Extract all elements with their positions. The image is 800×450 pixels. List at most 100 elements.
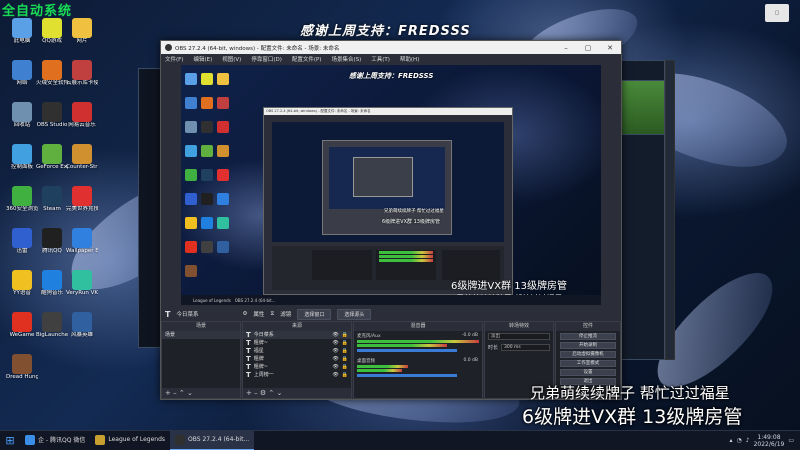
eye-icon[interactable]: 👁 (332, 347, 338, 355)
remove-icon[interactable]: – (254, 389, 258, 397)
control-button[interactable]: 工作室模式 (560, 360, 616, 367)
desktop-icon[interactable]: Wallpaper Engine (66, 228, 98, 255)
control-button[interactable]: 停止推流 (560, 333, 616, 340)
menu-item[interactable]: 帮助(H) (400, 55, 419, 63)
desktop-icon[interactable]: 网片 (66, 18, 98, 45)
background-window[interactable] (665, 60, 675, 360)
clock[interactable]: 1:49:08 2022/6/19 (754, 434, 785, 448)
lock-icon[interactable]: 🔒 (342, 331, 351, 339)
menu-item[interactable]: 场景集合(S) (331, 55, 361, 63)
desktop-icon-label: 迅雷 (16, 248, 28, 254)
volume-slider[interactable] (357, 349, 457, 352)
gear-icon[interactable]: ⚙ (260, 389, 266, 397)
desktop-icon[interactable]: 风暴英雄 (66, 312, 98, 339)
desktop-icon[interactable]: VeryRun VK (66, 270, 98, 297)
eye-icon[interactable]: 👁 (332, 331, 338, 339)
desktop-icon-label: GeForce Experience (36, 164, 68, 170)
lock-icon[interactable]: 🔒 (342, 363, 351, 371)
control-button[interactable]: 设置 (560, 369, 616, 376)
taskbar-app[interactable]: OBS 27.2.4 (64-bit... (170, 430, 255, 450)
add-icon[interactable]: + (246, 389, 252, 397)
source-item[interactable]: T 粗牌~ 👁 🔒 (243, 363, 351, 371)
source-item[interactable]: T 粗牌~ 👁 🔒 (243, 339, 351, 347)
chevron-up-icon[interactable]: ⌃ (179, 389, 185, 397)
obs-preview[interactable]: 感谢上周支持：FREDSSS OBS 27.2.4 (64-bit, windo… (181, 65, 601, 305)
desktop-icon[interactable]: BigLauncher (36, 312, 68, 339)
windows-start-icon[interactable]: ⊞ (0, 431, 20, 450)
desktop-icon[interactable]: 回收站 (6, 102, 38, 129)
source-item[interactable]: T 上周榜一 👁 🔒 (243, 371, 351, 379)
tray-overlay-icon[interactable]: ▢ (765, 4, 789, 22)
desktop-icon[interactable]: YY语音 (6, 270, 38, 297)
desktop-icon[interactable]: 网络 (6, 60, 38, 87)
chevron-down-icon[interactable]: ⌄ (187, 389, 193, 397)
desktop-icon[interactable]: 360安全浏览器 (6, 186, 38, 213)
desktop-icon[interactable]: Counter-Strike (66, 144, 98, 171)
properties-button[interactable]: 属性 (253, 310, 264, 318)
desktop-icon[interactable]: QQ游戏 (36, 18, 68, 45)
lock-icon[interactable]: 🔒 (342, 371, 351, 379)
taskbar-app[interactable]: League of Legends (90, 431, 170, 450)
desktop-icon[interactable]: 完美世界竞技平台 (66, 186, 98, 213)
menu-item[interactable]: 配置文件(P) (292, 55, 322, 63)
desktop-icon[interactable]: OBS Studio (36, 102, 68, 129)
taskbar-app[interactable]: 企 - 腾讯QQ 微信 (20, 431, 90, 450)
minimize-icon[interactable]: – (555, 44, 577, 52)
tray-icon[interactable]: ▴ (729, 437, 732, 444)
preview-obs-window: OBS 27.2.4 (64-bit, windows) - 配置文件: 未命名… (263, 107, 513, 295)
source-item[interactable]: T 粗牌 👁 🔒 (243, 355, 351, 363)
close-icon[interactable]: ✕ (599, 44, 621, 52)
transition-select[interactable]: 淡出 (485, 331, 553, 342)
desktop-icon[interactable]: GeForce Experience (36, 144, 68, 171)
gear-icon[interactable]: ⚙ (242, 311, 247, 317)
desktop-icon[interactable]: 控制面板 (6, 144, 38, 171)
lock-icon[interactable]: 🔒 (342, 339, 351, 347)
menu-item[interactable]: 文件(F) (165, 55, 183, 63)
controls-dock-title: 控件 (556, 322, 620, 331)
maximize-icon[interactable]: ▢ (577, 44, 599, 52)
desktop-icon[interactable]: 火绒安全软件 (36, 60, 68, 87)
desktop-icon-label: 网络 (16, 80, 28, 86)
volume-icon[interactable]: ♪ (746, 437, 750, 444)
eye-icon[interactable]: 👁 (332, 339, 338, 347)
select-source-button[interactable]: 选择源头 (337, 308, 372, 320)
filters-button[interactable]: 滤镜 (280, 310, 291, 318)
notification-icon[interactable]: ▭ (788, 437, 794, 444)
source-item[interactable]: T 今日菜系 👁 🔒 (243, 331, 351, 339)
menu-item[interactable]: 视图(V) (222, 55, 241, 63)
menu-item[interactable]: 编辑(E) (193, 55, 212, 63)
remove-icon[interactable]: – (173, 389, 177, 397)
chevron-down-icon[interactable]: ⌄ (276, 389, 282, 397)
chevron-up-icon[interactable]: ⌃ (268, 389, 274, 397)
desktop-icon[interactable]: 酷狗音乐 (36, 270, 68, 297)
track-db: 0.0 dB (463, 358, 478, 363)
source-item[interactable]: T 福星 👁 🔒 (243, 347, 351, 355)
eye-icon[interactable]: 👁 (332, 371, 338, 379)
volume-slider[interactable] (357, 374, 457, 377)
obs-window[interactable]: OBS 27.2.4 (64-bit, windows) - 配置文件: 未命名… (160, 40, 622, 400)
lock-icon[interactable]: 🔒 (342, 355, 351, 363)
desktop-icon[interactable]: WeGame (6, 312, 38, 339)
add-icon[interactable]: + (165, 389, 171, 397)
desktop-icon[interactable]: 迅雷 (6, 228, 38, 255)
eye-icon[interactable]: 👁 (332, 363, 338, 371)
control-button[interactable]: 启动虚拟摄像机 (560, 351, 616, 358)
preview-app-icon (185, 145, 197, 157)
menu-item[interactable]: 停靠窗口(D) (251, 55, 282, 63)
network-icon[interactable]: ◔ (736, 437, 741, 444)
menu-item[interactable]: 工具(T) (371, 55, 390, 63)
lock-icon[interactable]: 🔒 (342, 347, 351, 355)
desktop-icon[interactable]: 云展示库卡使用 (66, 60, 98, 87)
filter-icon[interactable]: ⧖ (270, 311, 274, 318)
desktop-icon[interactable]: Steam (36, 186, 68, 213)
scene-item[interactable]: 场景 (162, 331, 240, 339)
desktop-icon[interactable]: 腾讯QQ (36, 228, 68, 255)
transition-duration[interactable]: 时长 300 ms (485, 342, 553, 353)
eye-icon[interactable]: 👁 (332, 355, 338, 363)
select-window-button[interactable]: 选择窗口 (297, 308, 332, 320)
desktop-icon[interactable]: 网易云音乐 (66, 102, 98, 129)
desktop-icon[interactable]: Dread Hunger (6, 354, 38, 381)
obs-titlebar[interactable]: OBS 27.2.4 (64-bit, windows) - 配置文件: 未命名… (161, 41, 621, 54)
desktop-icon[interactable]: 此电脑 (6, 18, 38, 45)
control-button[interactable]: 开始录制 (560, 342, 616, 349)
